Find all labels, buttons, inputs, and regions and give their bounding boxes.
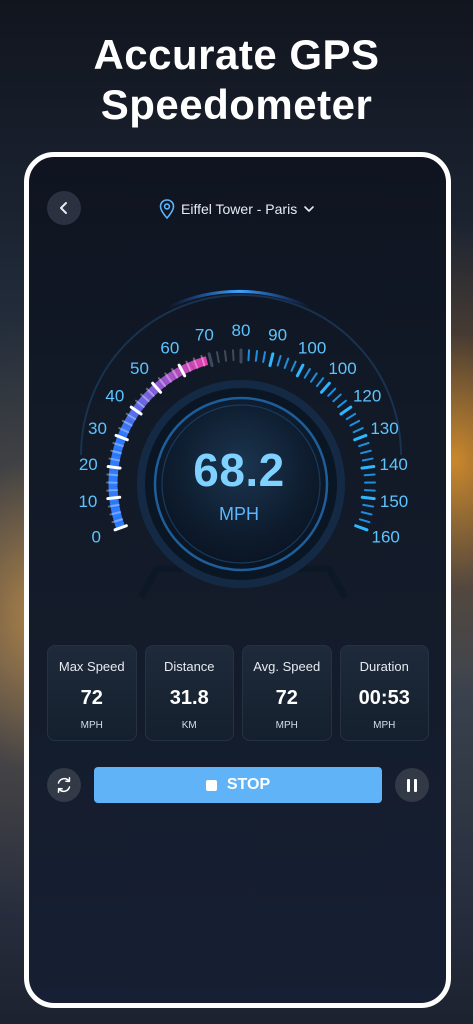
stat-value: 31.8 bbox=[169, 687, 209, 709]
stat-card-max-speed: Max Speed 72 MPH bbox=[47, 645, 137, 741]
gauge-tick bbox=[337, 399, 347, 408]
gauge-active-arc-segment bbox=[195, 357, 204, 369]
gauge-tick bbox=[349, 419, 361, 427]
gauge-tick bbox=[254, 349, 259, 362]
gauge-tick bbox=[352, 427, 364, 434]
gauge-tick bbox=[106, 465, 122, 470]
stop-icon bbox=[205, 779, 217, 791]
gauge-tick-label: 60 bbox=[160, 338, 179, 357]
gauge-tick-label: 0 bbox=[92, 528, 101, 547]
gauge-tick-label: 130 bbox=[370, 419, 398, 438]
stat-card-distance: Distance 31.8 KM bbox=[144, 645, 234, 741]
gauge-tick bbox=[295, 363, 305, 378]
refresh-icon bbox=[57, 777, 71, 793]
gauge-tick bbox=[106, 473, 119, 477]
gauge-tick bbox=[268, 352, 275, 367]
stat-unit: MPH bbox=[275, 720, 298, 731]
gauge-tick bbox=[332, 393, 342, 403]
gauge-tick-label: 10 bbox=[78, 492, 97, 511]
current-speed-unit: MPH bbox=[219, 504, 259, 524]
controls-bar: STOP bbox=[47, 767, 429, 803]
gauge-tick bbox=[319, 381, 331, 394]
stat-value: 00:53 bbox=[358, 687, 410, 709]
pause-icon bbox=[407, 778, 417, 792]
gauge-active-arc-segment bbox=[120, 423, 132, 432]
gauge-tick bbox=[358, 442, 370, 448]
stat-label: Duration bbox=[359, 659, 409, 674]
gauge-tick bbox=[216, 351, 220, 364]
gauge-tick-label: 100 bbox=[298, 338, 326, 357]
stat-label: Max Speed bbox=[58, 659, 125, 674]
stat-unit: KM bbox=[181, 720, 197, 731]
gauge-tick bbox=[358, 518, 371, 524]
stat-label: Avg. Speed bbox=[253, 659, 321, 674]
gauge-tick bbox=[316, 377, 325, 388]
gauge-tick-label: 140 bbox=[379, 455, 407, 474]
gauge-tick bbox=[106, 495, 122, 501]
stat-unit: MPH bbox=[373, 720, 396, 731]
gauge-tick bbox=[327, 387, 337, 397]
speedometer-gauge: 0 10 20 30 40 50 60 70 80 90 100100 120 130 140 150 160 bbox=[78, 289, 408, 599]
gauge-tick bbox=[360, 495, 376, 501]
gauge-tick-label: 90 bbox=[268, 325, 287, 344]
headline-line-2: Speedometer bbox=[100, 81, 373, 128]
top-glow bbox=[168, 289, 310, 309]
headline-line-1: Accurate GPS bbox=[93, 31, 380, 78]
gauge-tick bbox=[362, 503, 375, 508]
headline: Accurate GPS Speedometer bbox=[0, 30, 473, 130]
gauge-tick bbox=[339, 405, 353, 416]
gauge-tick bbox=[310, 372, 318, 383]
phone-frame: Eiffel Tower - Paris 0 10 20 30 40 50 60 70 80 90… bbox=[24, 152, 451, 1008]
gauge-tick bbox=[353, 433, 368, 442]
gauge-active-arc-segment bbox=[110, 506, 121, 514]
gauge-tick-label: 40 bbox=[105, 387, 124, 406]
stop-button[interactable]: STOP bbox=[94, 767, 382, 803]
gauge-tick bbox=[223, 349, 228, 362]
gauge-tick bbox=[283, 357, 290, 369]
gauge-tick bbox=[363, 473, 376, 477]
gauge-active-arc-segment bbox=[138, 396, 149, 407]
stat-value: 72 bbox=[80, 687, 103, 709]
gauge-tick-label: 100 bbox=[328, 359, 356, 378]
gauge-tick bbox=[345, 412, 357, 421]
reset-button[interactable] bbox=[47, 768, 81, 802]
gauge-tick-label: 80 bbox=[232, 321, 251, 340]
gauge-tick-label: 120 bbox=[353, 387, 381, 406]
gauge-tick bbox=[290, 360, 297, 372]
gauge-tick-label: 70 bbox=[195, 325, 214, 344]
gauge-tick bbox=[262, 351, 266, 364]
gauge-tick bbox=[360, 511, 373, 516]
gauge-tick-label: 160 bbox=[372, 528, 400, 547]
current-speed: 68.2 bbox=[193, 444, 285, 496]
pause-button[interactable] bbox=[395, 768, 429, 802]
stat-card-duration: Duration 00:53 MPH bbox=[339, 645, 429, 741]
gauge-tick bbox=[361, 457, 374, 462]
gauge-tick bbox=[247, 349, 251, 362]
gauge-tick bbox=[360, 449, 372, 455]
gauge-active-arc-segment bbox=[128, 409, 140, 419]
gauge-tick-label: 50 bbox=[130, 359, 149, 378]
gauge-tick-label: 20 bbox=[79, 455, 98, 474]
stat-card-avg-speed: Avg. Speed 72 MPH bbox=[242, 645, 332, 741]
gauge-tick bbox=[231, 349, 235, 362]
stat-value: 72 bbox=[275, 687, 298, 709]
stop-label: STOP bbox=[226, 776, 271, 793]
gauge-tick bbox=[276, 354, 282, 367]
stats-row: Max Speed 72 MPH Distance 31.8 KM Avg. S… bbox=[47, 645, 429, 741]
gauge-tick bbox=[303, 368, 311, 379]
gauge-tick-label: 150 bbox=[380, 492, 408, 511]
gauge-tick bbox=[354, 524, 369, 532]
gauge-active-arc-segment bbox=[109, 459, 120, 467]
gauge-tick bbox=[360, 465, 376, 470]
gauge-tick bbox=[207, 352, 214, 367]
stat-label: Distance bbox=[163, 659, 215, 674]
gauge-tick-label: 30 bbox=[88, 419, 107, 438]
stat-unit: MPH bbox=[80, 720, 103, 731]
